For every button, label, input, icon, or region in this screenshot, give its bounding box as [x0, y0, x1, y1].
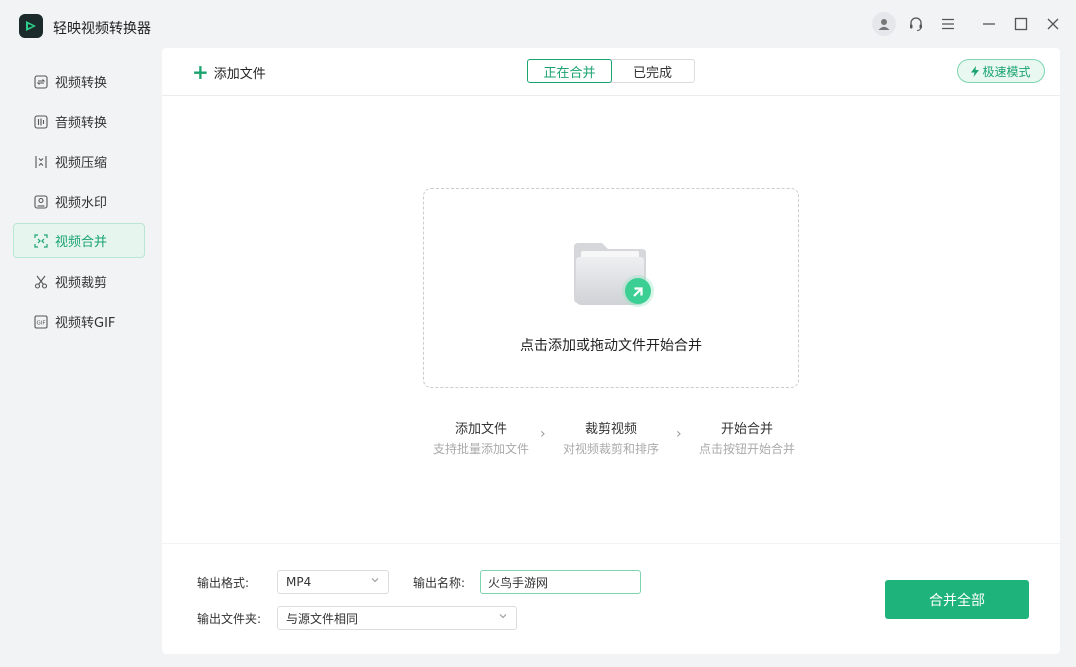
sidebar-item-label: 视频裁剪	[55, 276, 108, 291]
chevron-right-icon: ›	[540, 426, 546, 442]
watermark-icon	[34, 194, 48, 209]
sidebar-item-label: 视频转换	[55, 76, 108, 91]
plus-icon: +	[192, 60, 209, 84]
fast-mode-button[interactable]: 极速模式	[957, 59, 1045, 83]
step-crop-video: 裁剪视频 对视频裁剪和排序	[552, 418, 670, 457]
step-add-file: 添加文件 支持批量添加文件	[422, 418, 540, 457]
sidebar-item-video-to-gif[interactable]: GIF 视频转GIF	[13, 304, 145, 339]
step-title: 添加文件	[454, 422, 507, 437]
output-format-value: MP4	[286, 575, 312, 589]
sidebar-item-video-watermark[interactable]: 视频水印	[13, 184, 145, 219]
step-subtitle: 支持批量添加文件	[432, 442, 529, 456]
scissors-icon	[34, 275, 48, 289]
output-name-label: 输出名称:	[413, 576, 466, 590]
gif-icon: GIF	[34, 314, 48, 329]
user-avatar-icon[interactable]	[872, 12, 896, 36]
sidebar: 视频转换 音频转换 视频压缩 视频水印 视频合并 视频裁剪 GIF 视频转GIF	[0, 48, 160, 667]
sidebar-item-label: 视频转GIF	[55, 316, 116, 331]
add-file-label: 添加文件	[213, 66, 266, 82]
add-file-button[interactable]: + 添加文件	[192, 62, 266, 82]
output-folder-value: 与源文件相同	[286, 611, 359, 626]
step-subtitle: 对视频裁剪和排序	[562, 442, 659, 456]
title-bar: 轻映视频转换器	[0, 0, 1076, 48]
drop-zone[interactable]: 点击添加或拖动文件开始合并	[423, 188, 799, 388]
compress-icon	[34, 155, 48, 169]
step-title: 裁剪视频	[584, 422, 637, 437]
sidebar-item-label: 视频水印	[55, 196, 108, 211]
main-panel: + 添加文件 正在合并 已完成 极速模式 点击添加或拖动文件开始合并 添加文件 …	[162, 48, 1060, 543]
output-format-label: 输出格式:	[197, 576, 250, 590]
drop-zone-text: 点击添加或拖动文件开始合并	[520, 338, 702, 354]
tab-completed[interactable]: 已完成	[611, 60, 694, 82]
chevron-down-icon	[371, 578, 379, 583]
maximize-icon[interactable]	[1009, 12, 1033, 36]
sidebar-item-label: 视频压缩	[55, 156, 108, 171]
tab-merging[interactable]: 正在合并	[527, 59, 612, 83]
chevron-down-icon	[499, 614, 507, 619]
step-start-merge: 开始合并 点击按钮开始合并	[688, 418, 806, 457]
sidebar-item-audio-convert[interactable]: 音频转换	[13, 104, 145, 139]
merge-all-button[interactable]: 合并全部	[885, 580, 1029, 619]
headset-icon[interactable]	[904, 12, 928, 36]
app-title: 轻映视频转换器	[53, 21, 151, 37]
app-logo	[19, 14, 43, 38]
step-title: 开始合并	[720, 422, 773, 437]
merge-icon	[34, 233, 48, 248]
close-icon[interactable]	[1041, 12, 1065, 36]
chevron-right-icon: ›	[676, 426, 682, 442]
sidebar-item-video-compress[interactable]: 视频压缩	[13, 144, 145, 179]
steps-guide: 添加文件 支持批量添加文件 › 裁剪视频 对视频裁剪和排序 › 开始合并 点击按…	[422, 418, 802, 458]
sidebar-item-video-convert[interactable]: 视频转换	[13, 64, 145, 99]
output-folder-label: 输出文件夹:	[197, 612, 262, 626]
toolbar: + 添加文件 正在合并 已完成 极速模式	[162, 48, 1060, 96]
step-subtitle: 点击按钮开始合并	[698, 442, 795, 456]
sidebar-item-video-merge[interactable]: 视频合并	[13, 223, 145, 258]
folder-icon	[572, 237, 658, 313]
menu-icon[interactable]	[936, 12, 960, 36]
lightning-icon	[971, 65, 980, 77]
sidebar-item-label: 视频合并	[55, 235, 108, 250]
output-settings: 输出格式: MP4 输出名称: 输出文件夹: 与源文件相同 合并全部	[162, 544, 1060, 654]
output-name-input[interactable]	[480, 570, 641, 594]
fast-mode-label: 极速模式	[982, 64, 1031, 79]
audio-icon	[34, 114, 48, 129]
convert-icon	[34, 74, 48, 89]
output-format-select[interactable]: MP4	[277, 570, 389, 594]
status-tabs: 正在合并 已完成	[527, 59, 695, 83]
sidebar-item-label: 音频转换	[55, 116, 108, 131]
svg-text:GIF: GIF	[36, 320, 45, 326]
output-folder-select[interactable]: 与源文件相同	[277, 606, 517, 630]
minimize-icon[interactable]	[977, 12, 1001, 36]
sidebar-item-video-crop[interactable]: 视频裁剪	[13, 264, 145, 299]
